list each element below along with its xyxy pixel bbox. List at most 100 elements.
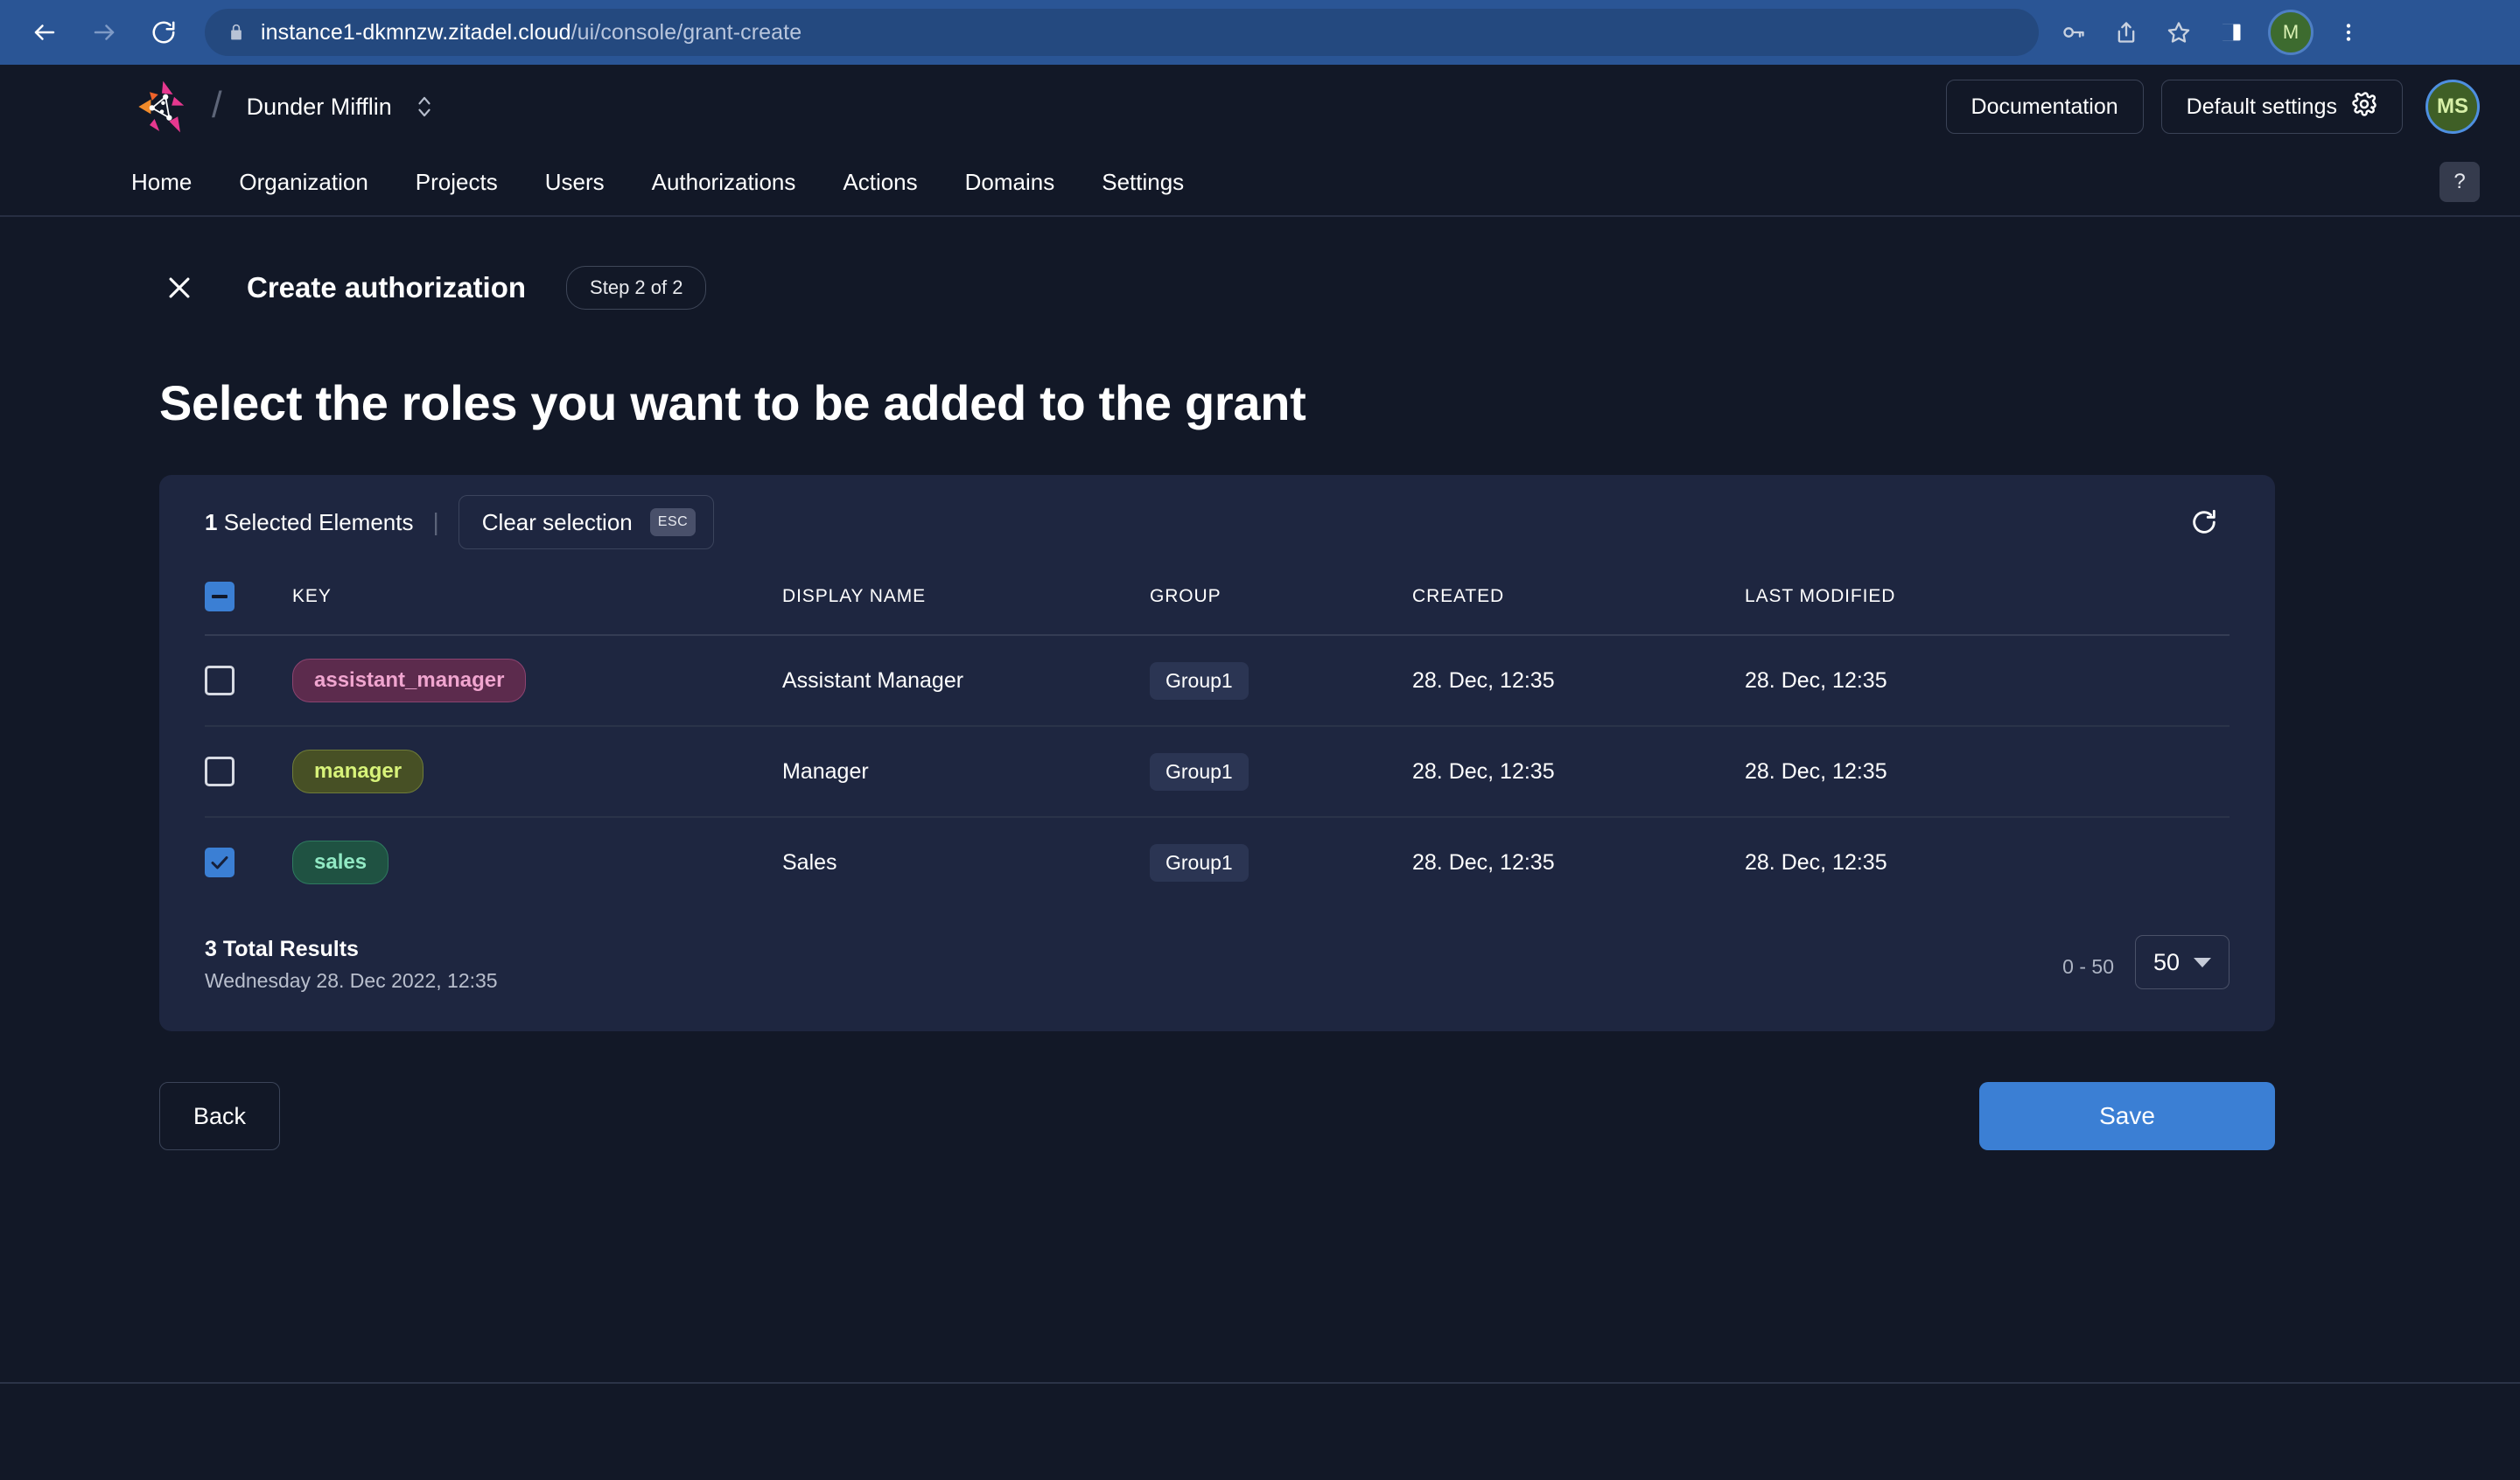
address-bar-url: instance1-dkmnzw.zitadel.cloud/ui/consol… (261, 20, 802, 45)
row-created-cell: 28. Dec, 12:35 (1412, 726, 1745, 817)
nav-item-domains[interactable]: Domains (965, 169, 1055, 196)
documentation-button[interactable]: Documentation (1946, 80, 2144, 134)
role-key-chip: assistant_manager (292, 659, 526, 702)
nav-item-settings[interactable]: Settings (1102, 169, 1184, 196)
row-checkbox[interactable] (205, 757, 234, 786)
url-host: instance1-dkmnzw.zitadel.cloud (261, 20, 571, 45)
column-header-last-modified[interactable]: LAST MODIFIED (1745, 569, 2230, 635)
share-icon[interactable] (2102, 8, 2151, 57)
results-summary: 3 Total Results Wednesday 28. Dec 2022, … (205, 937, 498, 993)
nav-item-organization[interactable]: Organization (239, 169, 368, 196)
row-select-cell (205, 635, 292, 726)
browser-action-icons: M (2049, 8, 2373, 57)
documentation-label: Documentation (1971, 94, 2118, 120)
default-settings-label: Default settings (2187, 94, 2337, 120)
esc-key-hint: ESC (650, 508, 696, 536)
nav-item-authorizations[interactable]: Authorizations (652, 169, 796, 196)
row-display-name-cell: Sales (782, 817, 1150, 907)
nav-item-home[interactable]: Home (131, 169, 192, 196)
page-heading: Select the roles you want to be added to… (159, 374, 2480, 431)
table-row[interactable]: manager Manager Group1 28. Dec, 12:35 28… (205, 726, 2230, 817)
chevron-down-icon (2194, 958, 2211, 967)
nav-item-actions[interactable]: Actions (843, 169, 917, 196)
table-row[interactable]: assistant_manager Assistant Manager Grou… (205, 635, 2230, 726)
row-last-modified-cell: 28. Dec, 12:35 (1745, 817, 2230, 907)
toolbar-separator: | (433, 508, 439, 536)
save-button[interactable]: Save (1979, 1082, 2275, 1150)
brand[interactable]: / Dunder Mifflin (131, 76, 434, 137)
group-badge: Group1 (1150, 844, 1249, 882)
column-header-created[interactable]: CREATED (1412, 569, 1745, 635)
selection-toolbar: 1 Selected Elements | Clear selection ES… (205, 475, 2230, 569)
row-checkbox[interactable] (205, 666, 234, 695)
table-head: KEY DISPLAY NAME GROUP CREATED LAST MODI… (205, 569, 2230, 635)
column-header-group[interactable]: GROUP (1150, 569, 1412, 635)
selected-elements-label: Selected Elements (224, 509, 414, 535)
row-key-cell: manager (292, 726, 782, 817)
results-timestamp: Wednesday 28. Dec 2022, 12:35 (205, 969, 498, 993)
zitadel-logo (131, 76, 192, 137)
lock-icon (228, 22, 245, 43)
browser-reload-button[interactable] (138, 7, 189, 58)
back-button[interactable]: Back (159, 1082, 280, 1150)
table-body: assistant_manager Assistant Manager Grou… (205, 635, 2230, 907)
gear-icon (2351, 91, 2377, 123)
nav-item-users[interactable]: Users (545, 169, 605, 196)
help-button[interactable]: ? (2440, 162, 2480, 202)
selected-elements-text: 1 Selected Elements (205, 509, 414, 536)
browser-profile-avatar[interactable]: M (2268, 10, 2314, 55)
side-panel-icon[interactable] (2207, 8, 2256, 57)
clear-selection-label: Clear selection (482, 509, 633, 536)
key-icon[interactable] (2049, 8, 2098, 57)
browser-toolbar: instance1-dkmnzw.zitadel.cloud/ui/consol… (0, 0, 2520, 65)
clear-selection-button[interactable]: Clear selection ESC (458, 495, 714, 549)
select-all-header (205, 569, 292, 635)
star-icon[interactable] (2154, 8, 2203, 57)
selected-count: 1 (205, 509, 217, 535)
kebab-menu-icon[interactable] (2324, 8, 2373, 57)
group-badge: Group1 (1150, 753, 1249, 791)
roles-card: 1 Selected Elements | Clear selection ES… (159, 475, 2275, 1031)
row-key-cell: assistant_manager (292, 635, 782, 726)
table-header-row: KEY DISPLAY NAME GROUP CREATED LAST MODI… (205, 569, 2230, 635)
chevron-up-down-icon[interactable] (415, 92, 434, 122)
row-key-cell: sales (292, 817, 782, 907)
app-header: / Dunder Mifflin Documentation Default s… (0, 65, 2520, 149)
row-last-modified-cell: 28. Dec, 12:35 (1745, 726, 2230, 817)
nav-item-projects[interactable]: Projects (416, 169, 498, 196)
page-size-select[interactable]: 50 (2135, 935, 2230, 989)
page-size-value: 50 (2153, 949, 2180, 976)
column-header-key[interactable]: KEY (292, 569, 782, 635)
user-avatar[interactable]: MS (2426, 80, 2480, 134)
row-checkbox[interactable] (205, 848, 234, 877)
role-key-chip: manager (292, 750, 424, 793)
row-select-cell (205, 817, 292, 907)
default-settings-button[interactable]: Default settings (2161, 80, 2403, 134)
page-content: Create authorization Step 2 of 2 Select … (0, 217, 2520, 1480)
app-root: / Dunder Mifflin Documentation Default s… (0, 65, 2520, 1480)
row-created-cell: 28. Dec, 12:35 (1412, 817, 1745, 907)
row-created-cell: 28. Dec, 12:35 (1412, 635, 1745, 726)
url-path: /ui/console/grant-create (571, 20, 802, 45)
step-badge: Step 2 of 2 (566, 266, 706, 310)
address-bar[interactable]: instance1-dkmnzw.zitadel.cloud/ui/consol… (205, 9, 2039, 56)
brand-separator: / (212, 84, 222, 126)
column-header-display-name[interactable]: DISPLAY NAME (782, 569, 1150, 635)
page-title: Create authorization (247, 271, 526, 304)
bottom-divider (0, 1382, 2520, 1384)
browser-back-button[interactable] (19, 7, 70, 58)
pagination-range: 0 - 50 (2062, 955, 2114, 979)
row-display-name-cell: Manager (782, 726, 1150, 817)
browser-forward-button[interactable] (79, 7, 130, 58)
select-all-checkbox[interactable] (205, 582, 234, 611)
role-key-chip: sales (292, 841, 388, 884)
row-group-cell: Group1 (1150, 817, 1412, 907)
wizard-actions: Back Save (159, 1082, 2275, 1150)
refresh-icon[interactable] (2179, 497, 2230, 548)
row-group-cell: Group1 (1150, 635, 1412, 726)
browser-nav-buttons (19, 7, 189, 58)
roles-table: KEY DISPLAY NAME GROUP CREATED LAST MODI… (205, 569, 2230, 907)
row-display-name-cell: Assistant Manager (782, 635, 1150, 726)
close-icon[interactable] (159, 268, 200, 308)
table-row[interactable]: sales Sales Group1 28. Dec, 12:35 28. De… (205, 817, 2230, 907)
